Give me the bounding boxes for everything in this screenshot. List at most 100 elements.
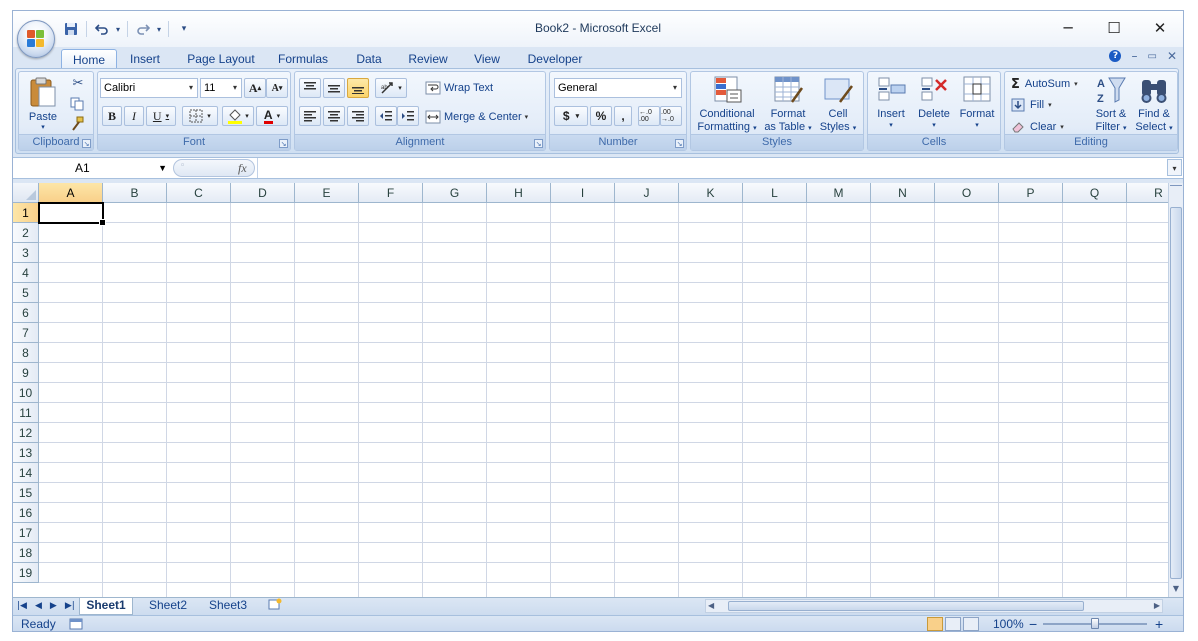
column-header-g[interactable]: G — [423, 183, 487, 203]
sheet-tab-sheet3[interactable]: Sheet3 — [201, 598, 255, 614]
active-cell[interactable] — [38, 202, 106, 226]
shrink-font-button[interactable]: A ▾ — [266, 78, 288, 98]
next-sheet-icon[interactable]: ▶ — [50, 599, 57, 614]
column-header-k[interactable]: K — [679, 183, 743, 203]
column-header-b[interactable]: B — [103, 183, 167, 203]
sort-filter-button[interactable]: A Z Sort & Filter ▾ — [1091, 74, 1131, 136]
page-layout-view-icon[interactable] — [945, 617, 961, 631]
horizontal-scroll-thumb[interactable] — [728, 601, 1084, 611]
row-header-13[interactable]: 13 — [13, 443, 39, 463]
orientation-button[interactable]: ab ▾ — [375, 78, 407, 98]
column-header-f[interactable]: F — [359, 183, 423, 203]
zoom-out-button[interactable]: − — [1029, 616, 1037, 631]
italic-button[interactable]: I — [124, 106, 144, 126]
insert-function-button[interactable]: fx — [238, 160, 247, 176]
fill-dropdown-icon[interactable]: ▾ — [1048, 101, 1052, 109]
scroll-right-icon[interactable]: ▶ — [1154, 600, 1160, 612]
alignment-launcher-icon[interactable]: ↘ — [534, 139, 543, 148]
copy-icon[interactable] — [69, 96, 87, 112]
row-header-2[interactable]: 2 — [13, 223, 39, 243]
scroll-left-icon[interactable]: ◀ — [708, 600, 714, 612]
row-header-14[interactable]: 14 — [13, 463, 39, 483]
tab-view[interactable]: View — [469, 49, 505, 69]
maximize-button[interactable]: ☐ — [1091, 15, 1137, 41]
conditional-formatting-button[interactable]: Conditional Formatting ▾ — [693, 74, 761, 136]
tab-page-layout[interactable]: Page Layout — [183, 49, 259, 69]
split-box-icon[interactable] — [1170, 185, 1182, 192]
tab-developer[interactable]: Developer — [523, 49, 587, 69]
row-header-3[interactable]: 3 — [13, 243, 39, 263]
row-header-11[interactable]: 11 — [13, 403, 39, 423]
column-header-r[interactable]: R — [1127, 183, 1168, 203]
workbook-restore-icon[interactable]: ▭ — [1147, 51, 1156, 62]
zoom-slider-thumb[interactable] — [1091, 618, 1099, 629]
clear-dropdown-icon[interactable]: ▾ — [1060, 123, 1064, 131]
column-header-a[interactable]: A — [39, 183, 103, 203]
column-header-n[interactable]: N — [871, 183, 935, 203]
sheet-tab-sheet2[interactable]: Sheet2 — [141, 598, 195, 614]
row-header-5[interactable]: 5 — [13, 283, 39, 303]
tab-formulas[interactable]: Formulas — [275, 49, 331, 69]
horizontal-scrollbar[interactable]: ◀ ▶ — [705, 599, 1163, 613]
prev-sheet-icon[interactable]: ◀ — [35, 599, 42, 614]
font-size-dropdown-icon[interactable]: ▾ — [229, 79, 241, 97]
bold-button[interactable]: B — [102, 106, 122, 126]
zoom-level[interactable]: 100% — [993, 617, 1024, 631]
format-cells-button[interactable]: Format ▾ — [956, 74, 998, 136]
format-painter-icon[interactable] — [69, 116, 87, 132]
tab-insert[interactable]: Insert — [123, 49, 167, 69]
office-button[interactable] — [17, 20, 55, 58]
row-header-10[interactable]: 10 — [13, 383, 39, 403]
currency-button[interactable]: $ ▾ — [554, 106, 588, 126]
fill-button[interactable]: Fill ▾ — [1011, 97, 1052, 113]
help-icon[interactable]: ? — [1109, 50, 1122, 62]
align-left-button[interactable] — [299, 106, 321, 126]
insert-sheet-icon[interactable] — [263, 598, 287, 614]
formula-input[interactable] — [257, 158, 1165, 178]
scroll-down-icon[interactable]: ▼ — [1169, 583, 1183, 595]
workbook-close-icon[interactable]: ✕ — [1167, 49, 1177, 63]
column-header-c[interactable]: C — [167, 183, 231, 203]
column-header-o[interactable]: O — [935, 183, 999, 203]
number-format-combo[interactable]: General ▾ — [554, 78, 682, 98]
wrap-text-button[interactable]: Wrap Text — [425, 79, 493, 97]
cell-styles-button[interactable]: Cell Styles ▾ — [815, 74, 861, 136]
workbook-minimize-icon[interactable]: – — [1131, 49, 1137, 63]
column-header-i[interactable]: I — [551, 183, 615, 203]
find-select-button[interactable]: Find & Select ▾ — [1133, 74, 1175, 136]
row-header-16[interactable]: 16 — [13, 503, 39, 523]
column-header-d[interactable]: D — [231, 183, 295, 203]
underline-button[interactable]: U ▾ — [146, 106, 176, 126]
paste-button[interactable]: Paste ▾ — [23, 76, 63, 134]
column-header-j[interactable]: J — [615, 183, 679, 203]
tab-review[interactable]: Review — [405, 49, 451, 69]
row-header-8[interactable]: 8 — [13, 343, 39, 363]
name-box-dropdown-icon[interactable]: ▼ — [158, 158, 167, 178]
fill-color-button[interactable]: ▾ — [222, 106, 254, 126]
decrease-decimal-button[interactable]: .00 →.0 — [660, 106, 682, 126]
column-header-e[interactable]: E — [295, 183, 359, 203]
select-all-button[interactable] — [13, 183, 39, 203]
clipboard-launcher-icon[interactable]: ↘ — [82, 139, 91, 148]
row-header-12[interactable]: 12 — [13, 423, 39, 443]
font-launcher-icon[interactable]: ↘ — [279, 139, 288, 148]
vertical-scrollbar[interactable]: ▼ — [1168, 183, 1183, 597]
borders-button[interactable]: ▾ — [182, 106, 218, 126]
comma-button[interactable]: , — [614, 106, 632, 126]
page-break-preview-icon[interactable] — [963, 617, 979, 631]
merge-center-dropdown-icon[interactable]: ▾ — [525, 113, 529, 121]
sheet-tab-sheet1[interactable]: Sheet1 — [79, 598, 133, 615]
column-header-h[interactable]: H — [487, 183, 551, 203]
column-header-p[interactable]: P — [999, 183, 1063, 203]
increase-indent-button[interactable] — [397, 106, 419, 126]
decrease-indent-button[interactable] — [375, 106, 397, 126]
merge-center-button[interactable]: Merge & Center ▾ — [425, 108, 528, 126]
font-color-button[interactable]: A ▾ — [256, 106, 288, 126]
row-header-7[interactable]: 7 — [13, 323, 39, 343]
row-header-15[interactable]: 15 — [13, 483, 39, 503]
font-name-combo[interactable]: Calibri ▾ — [100, 78, 198, 98]
first-sheet-icon[interactable]: |◀ — [17, 599, 27, 614]
row-header-18[interactable]: 18 — [13, 543, 39, 563]
delete-cells-button[interactable]: Delete ▾ — [914, 74, 954, 136]
row-header-4[interactable]: 4 — [13, 263, 39, 283]
